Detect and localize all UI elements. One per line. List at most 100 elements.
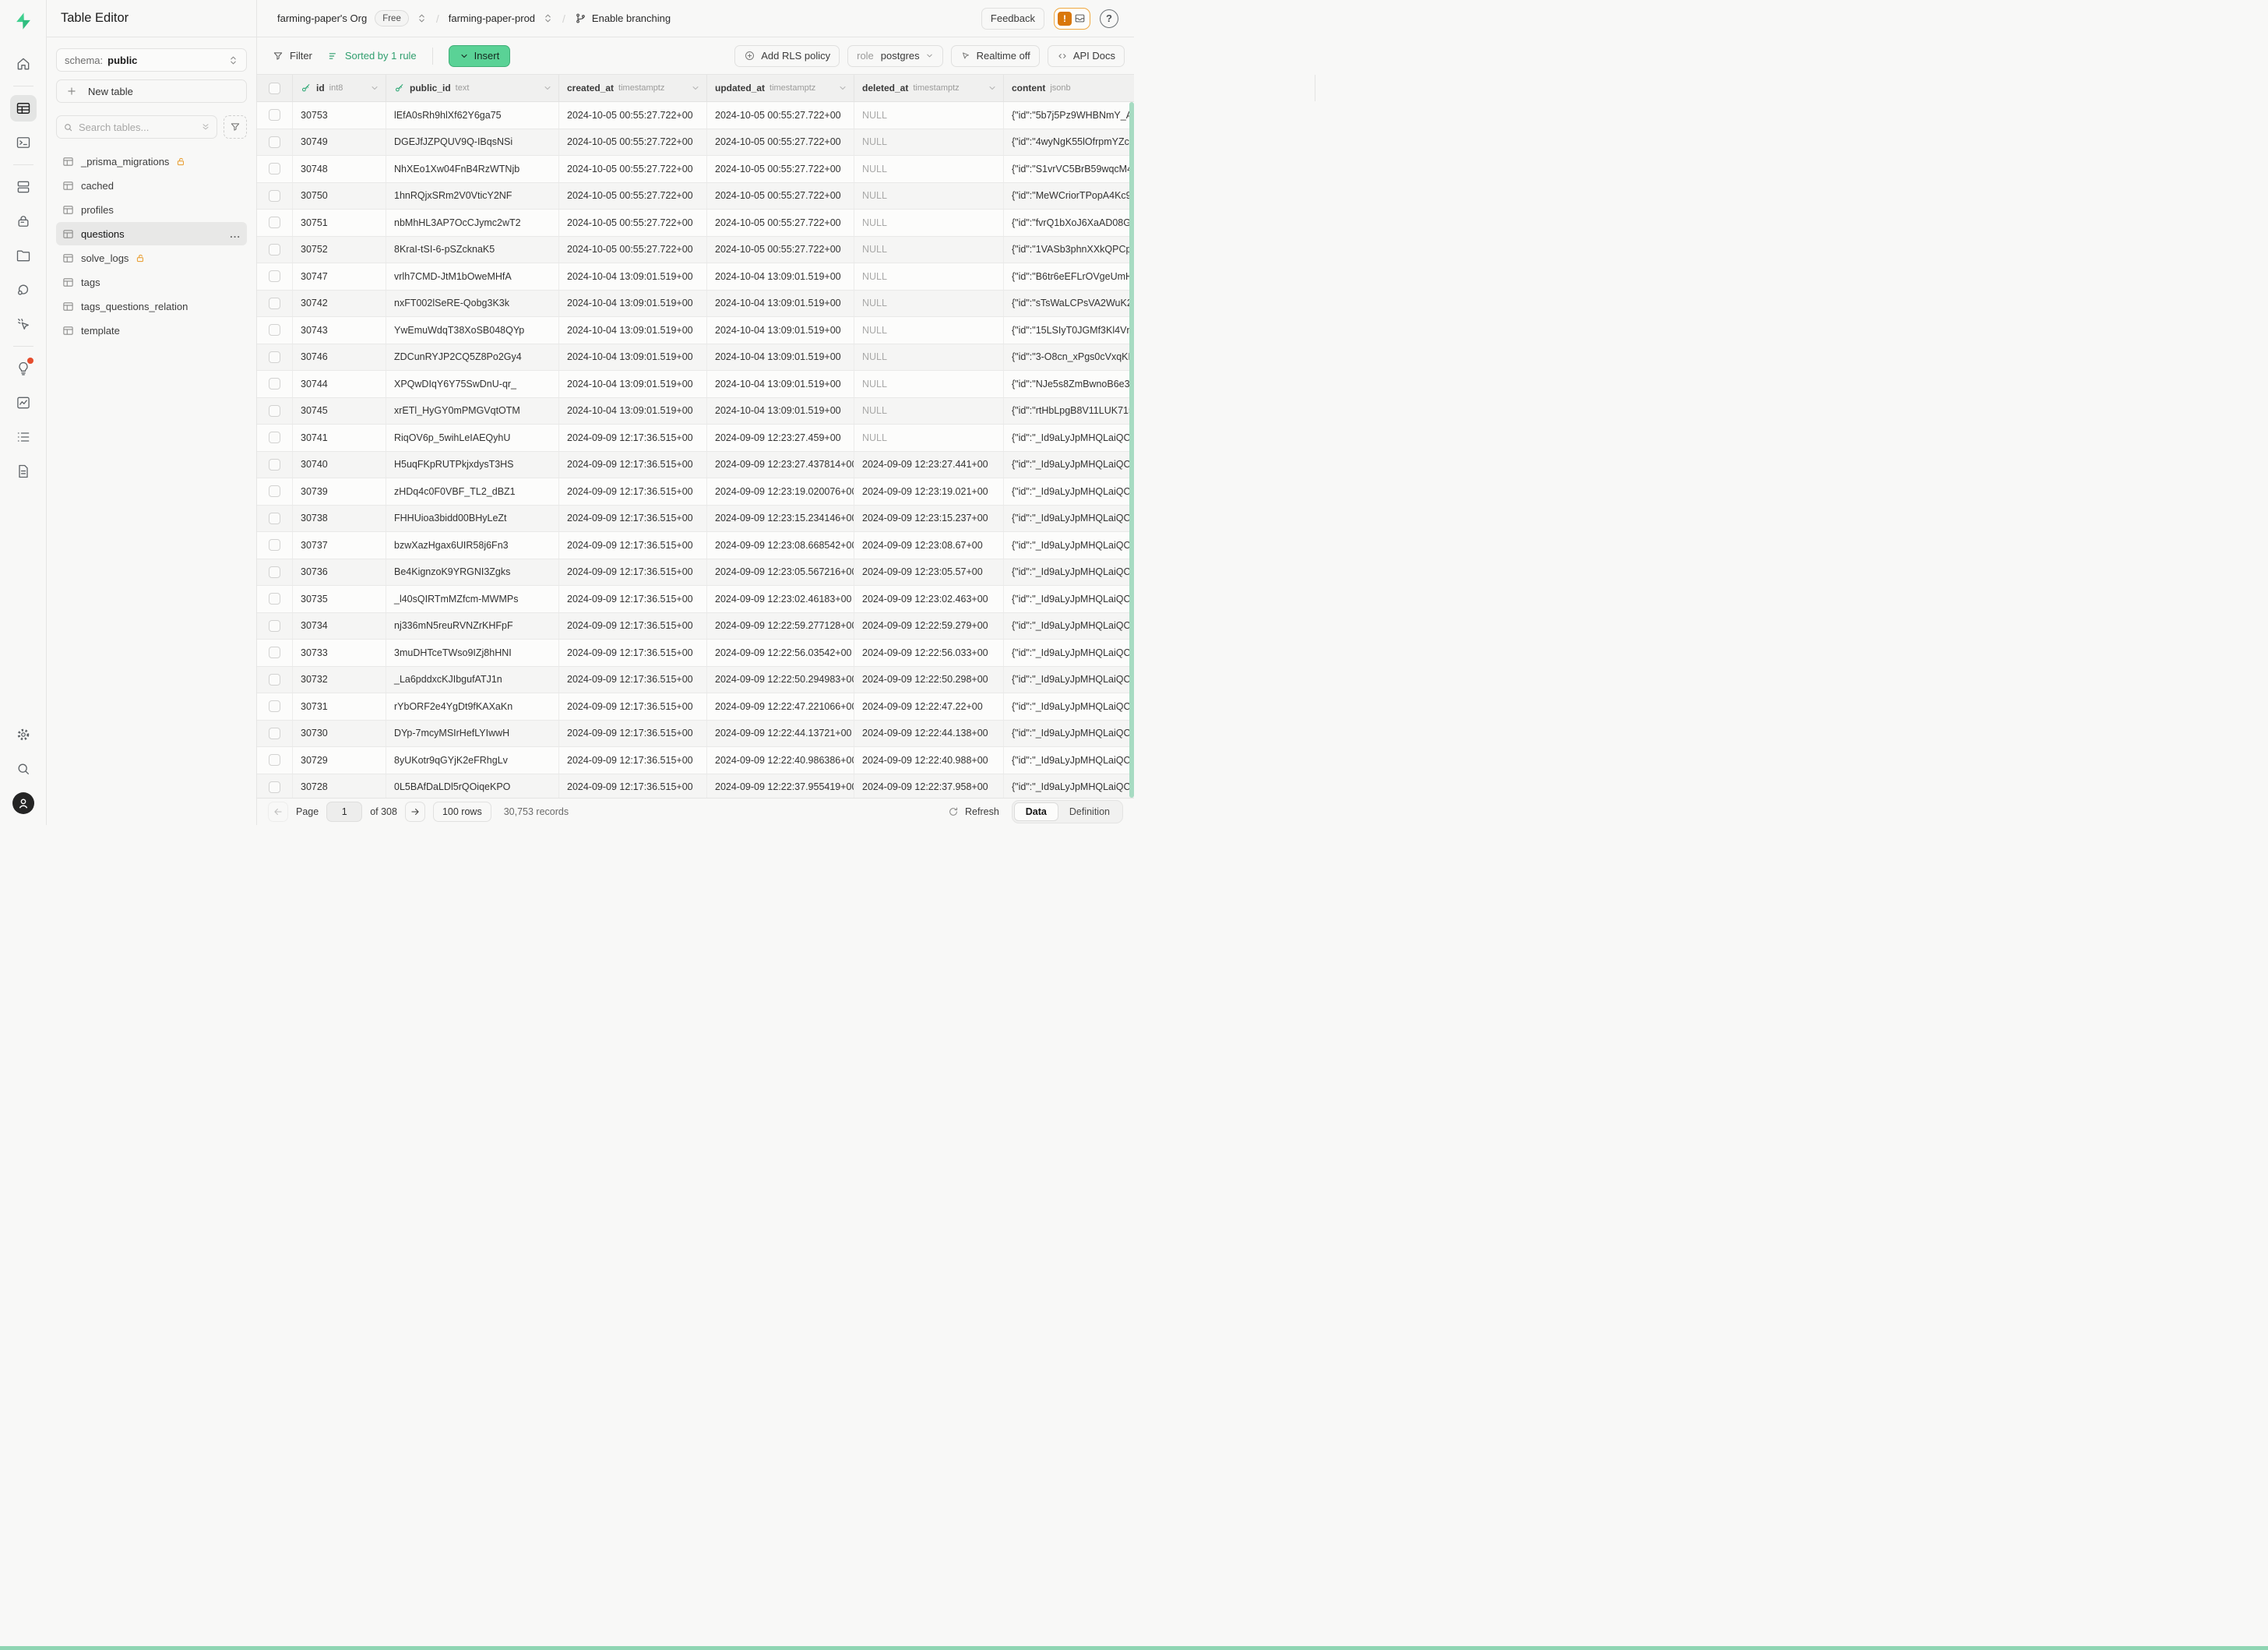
- cell-created_at[interactable]: 2024-09-09 12:17:36.515+00: [559, 693, 707, 720]
- cell-deleted_at[interactable]: 2024-09-09 12:23:02.463+00: [854, 586, 1004, 612]
- cell-id[interactable]: 30739: [293, 478, 386, 505]
- column-menu-icon[interactable]: [988, 83, 997, 93]
- row-checkbox[interactable]: [269, 513, 280, 524]
- row-checkbox[interactable]: [269, 378, 280, 390]
- search-tables-input[interactable]: [79, 122, 195, 133]
- cell-created_at[interactable]: 2024-09-09 12:17:36.515+00: [559, 425, 707, 451]
- api-docs-icon[interactable]: [10, 458, 37, 485]
- cell-public_id[interactable]: Be4KignzoK9YRGNI3Zgks: [386, 559, 559, 586]
- prev-page-button[interactable]: [268, 802, 288, 822]
- cell-updated_at[interactable]: 2024-10-04 13:09:01.519+00: [707, 291, 854, 317]
- insert-button[interactable]: Insert: [449, 45, 511, 67]
- help-button[interactable]: ?: [1100, 9, 1118, 28]
- cell-deleted_at[interactable]: 2024-09-09 12:22:44.138+00: [854, 721, 1004, 747]
- cell-id[interactable]: 30730: [293, 721, 386, 747]
- cell-id[interactable]: 30736: [293, 559, 386, 586]
- cell-id[interactable]: 30745: [293, 398, 386, 425]
- chevrons-updown-icon[interactable]: [543, 13, 553, 23]
- cell-public_id[interactable]: 0L5BAfDaLDl5rQOiqeKPO: [386, 774, 559, 799]
- cell-public_id[interactable]: lEfA0sRh9hlXf62Y6ga75: [386, 102, 559, 129]
- database-icon[interactable]: [10, 174, 37, 200]
- cell-id[interactable]: 30746: [293, 344, 386, 371]
- cell-content[interactable]: {"id":"_Id9aLyJpMHQLaiQC: [1004, 478, 1134, 505]
- cell-deleted_at[interactable]: NULL: [854, 263, 1004, 290]
- sidebar-filter-button[interactable]: [224, 115, 247, 139]
- cell-content[interactable]: {"id":"_Id9aLyJpMHQLaiQC: [1004, 721, 1134, 747]
- cell-content[interactable]: {"id":"MeWCriorTPopA4Kc9: [1004, 183, 1134, 210]
- cell-id[interactable]: 30735: [293, 586, 386, 612]
- cell-deleted_at[interactable]: NULL: [854, 317, 1004, 344]
- row-checkbox[interactable]: [269, 728, 280, 739]
- cell-content[interactable]: {"id":"4wyNgK55lOfrpmYZc: [1004, 129, 1134, 156]
- logs-icon[interactable]: [10, 424, 37, 450]
- cell-content[interactable]: {"id":"_Id9aLyJpMHQLaiQC: [1004, 425, 1134, 451]
- cell-created_at[interactable]: 2024-10-04 13:09:01.519+00: [559, 263, 707, 290]
- cell-created_at[interactable]: 2024-10-04 13:09:01.519+00: [559, 344, 707, 371]
- cell-public_id[interactable]: NhXEo1Xw04FnB4RzWTNjb: [386, 156, 559, 182]
- column-header-public_id[interactable]: public_idtext: [386, 75, 559, 101]
- row-checkbox[interactable]: [269, 351, 280, 363]
- cell-public_id[interactable]: nxFT002lSeRE-Qobg3K3k: [386, 291, 559, 317]
- cell-updated_at[interactable]: 2024-09-09 12:23:02.46183+00: [707, 586, 854, 612]
- cell-content[interactable]: {"id":"_Id9aLyJpMHQLaiQC: [1004, 640, 1134, 666]
- cell-created_at[interactable]: 2024-09-09 12:17:36.515+00: [559, 506, 707, 532]
- cell-content[interactable]: {"id":"_Id9aLyJpMHQLaiQC: [1004, 586, 1134, 612]
- cell-deleted_at[interactable]: NULL: [854, 102, 1004, 129]
- cell-public_id[interactable]: YwEmuWdqT38XoSB048QYp: [386, 317, 559, 344]
- column-header-content[interactable]: contentjsonb: [1004, 75, 1315, 101]
- column-menu-icon[interactable]: [370, 83, 379, 93]
- cell-updated_at[interactable]: 2024-10-04 13:09:01.519+00: [707, 344, 854, 371]
- tab-definition[interactable]: Definition: [1058, 802, 1121, 821]
- cell-content[interactable]: {"id":"15LSIyT0JGMf3Kl4Vn: [1004, 317, 1134, 344]
- cell-deleted_at[interactable]: NULL: [854, 237, 1004, 263]
- cell-created_at[interactable]: 2024-10-05 00:55:27.722+00: [559, 156, 707, 182]
- cell-public_id[interactable]: nj336mN5reuRVNZrKHFpF: [386, 613, 559, 640]
- row-checkbox[interactable]: [269, 593, 280, 605]
- sidebar-item-questions[interactable]: questions...: [56, 222, 247, 245]
- edge-functions-icon[interactable]: [10, 277, 37, 303]
- cell-deleted_at[interactable]: NULL: [854, 156, 1004, 182]
- cell-public_id[interactable]: nbMhHL3AP7OcCJymc2wT2: [386, 210, 559, 236]
- cell-id[interactable]: 30747: [293, 263, 386, 290]
- row-checkbox[interactable]: [269, 270, 280, 282]
- cell-updated_at[interactable]: 2024-09-09 12:23:27.459+00: [707, 425, 854, 451]
- cell-public_id[interactable]: 8KraI-tSI-6-pSZcknaK5: [386, 237, 559, 263]
- cell-created_at[interactable]: 2024-09-09 12:17:36.515+00: [559, 721, 707, 747]
- plan-badge[interactable]: Free: [375, 10, 409, 26]
- row-checkbox[interactable]: [269, 620, 280, 632]
- cell-created_at[interactable]: 2024-09-09 12:17:36.515+00: [559, 586, 707, 612]
- filter-button[interactable]: Filter: [273, 50, 312, 62]
- cell-public_id[interactable]: 1hnRQjxSRm2V0VticY2NF: [386, 183, 559, 210]
- tab-data[interactable]: Data: [1014, 802, 1058, 821]
- row-checkbox[interactable]: [269, 190, 280, 202]
- cell-public_id[interactable]: 8yUKotr9qGYjK2eFRhgLv: [386, 747, 559, 774]
- row-checkbox[interactable]: [269, 485, 280, 497]
- cell-id[interactable]: 30731: [293, 693, 386, 720]
- cell-created_at[interactable]: 2024-10-05 00:55:27.722+00: [559, 129, 707, 156]
- sidebar-item-solve_logs[interactable]: solve_logs: [56, 246, 247, 270]
- cell-id[interactable]: 30753: [293, 102, 386, 129]
- table-editor-icon[interactable]: [10, 95, 37, 122]
- cell-public_id[interactable]: rYbORF2e4YgDt9fKAXaKn: [386, 693, 559, 720]
- next-page-button[interactable]: [405, 802, 425, 822]
- row-checkbox[interactable]: [269, 700, 280, 712]
- cell-updated_at[interactable]: 2024-10-05 00:55:27.722+00: [707, 210, 854, 236]
- column-header-created_at[interactable]: created_attimestamptz: [559, 75, 707, 101]
- cell-content[interactable]: {"id":"_Id9aLyJpMHQLaiQC: [1004, 613, 1134, 640]
- cell-id[interactable]: 30744: [293, 371, 386, 397]
- cell-deleted_at[interactable]: NULL: [854, 398, 1004, 425]
- cell-updated_at[interactable]: 2024-10-04 13:09:01.519+00: [707, 398, 854, 425]
- new-table-button[interactable]: New table: [56, 79, 247, 103]
- row-checkbox[interactable]: [269, 298, 280, 309]
- role-select[interactable]: role postgres: [847, 45, 943, 67]
- column-header-id[interactable]: idint8: [293, 75, 386, 101]
- cell-content[interactable]: {"id":"3-O8cn_xPgs0cVxqKB: [1004, 344, 1134, 371]
- cell-updated_at[interactable]: 2024-09-09 12:22:50.294983+00: [707, 667, 854, 693]
- row-checkbox[interactable]: [269, 109, 280, 121]
- cell-content[interactable]: {"id":"5b7j5Pz9WHBNmY_A: [1004, 102, 1134, 129]
- cell-created_at[interactable]: 2024-09-09 12:17:36.515+00: [559, 559, 707, 586]
- cell-id[interactable]: 30742: [293, 291, 386, 317]
- row-checkbox[interactable]: [269, 754, 280, 766]
- cell-created_at[interactable]: 2024-09-09 12:17:36.515+00: [559, 532, 707, 559]
- chevron-double-down-icon[interactable]: [201, 122, 210, 132]
